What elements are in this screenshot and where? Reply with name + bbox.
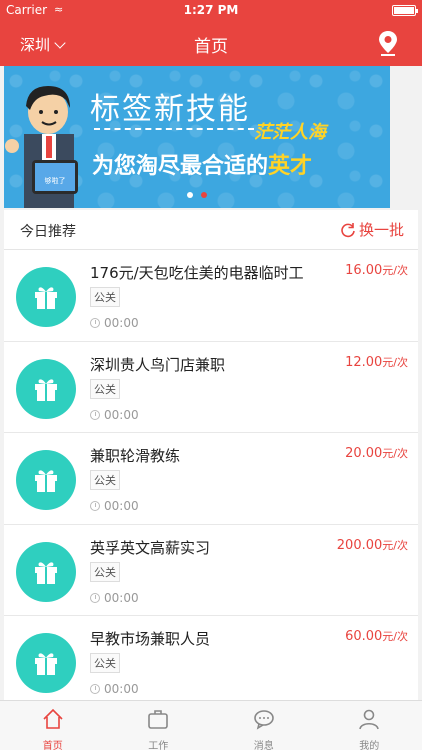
page-title: 首页 [194, 37, 228, 57]
job-time: 00:00 [90, 682, 139, 696]
tab-label: 工作 [148, 741, 169, 750]
job-title: 早教市场兼职人员 [90, 630, 211, 648]
status-bar: Carrier ≈ 1:27 PM [0, 0, 422, 20]
refresh-batch-button[interactable]: 换一批 [340, 219, 404, 240]
tab-label: 首页 [42, 741, 63, 750]
location-pin-icon[interactable] [376, 29, 400, 57]
gift-icon [16, 358, 76, 419]
job-price: 12.00元/次 [345, 354, 408, 370]
job-title: 兼职轮滑教练 [90, 447, 181, 465]
job-price: 200.00元/次 [336, 537, 408, 553]
job-list-item[interactable]: 兼职轮滑教练 公关 00:00 20.00元/次 [4, 433, 418, 525]
briefcase-icon [148, 710, 169, 729]
tab-home[interactable]: 首页 [0, 701, 106, 750]
tab-work[interactable]: 工作 [106, 701, 212, 750]
tab-bar: 首页 工作 消息 我的 [0, 700, 422, 750]
job-title: 英孚英文高薪实习 [90, 538, 211, 557]
gift-icon [16, 633, 76, 693]
job-time: 00:00 [90, 316, 139, 330]
gift-icon [16, 267, 76, 327]
job-list-item[interactable]: 早教市场兼职人员 公关 00:00 60.00元/次 [4, 616, 418, 708]
job-price: 20.00元/次 [345, 446, 408, 461]
clock-icon [90, 501, 100, 511]
carousel-indicator [4, 183, 390, 202]
nav-bar: 深圳 首页 [0, 20, 422, 66]
banner-subheadline: 茫茫人海 [254, 122, 326, 143]
job-tag: 公关 [90, 287, 120, 307]
job-time: 00:00 [90, 591, 139, 605]
job-list: 176元/天包吃住美的电器临时工 公关 00:00 16.00元/次 深圳贵人鸟… [4, 250, 418, 708]
status-time: 1:27 PM [183, 3, 239, 17]
job-tag: 公关 [90, 378, 120, 399]
job-time: 00:00 [90, 408, 139, 422]
promo-banner[interactable]: 够啦了 标签新技能 茫茫人海 为您淘尽最合适的英才 [4, 66, 390, 208]
gift-icon [16, 450, 76, 510]
job-price: 60.00元/次 [345, 629, 408, 644]
refresh-label: 换一批 [358, 221, 404, 239]
section-title: 今日推荐 [20, 224, 76, 240]
job-tag: 公关 [90, 653, 120, 673]
job-title: 176元/天包吃住美的电器临时工 [90, 264, 304, 282]
banner-tagline: 为您淘尽最合适的英才 [92, 154, 313, 179]
home-icon [43, 708, 63, 729]
tab-label: 消息 [253, 741, 274, 750]
tab-messages[interactable]: 消息 [211, 701, 317, 750]
job-tag: 公关 [90, 470, 120, 490]
banner-headline: 标签新技能 [90, 92, 250, 127]
job-price: 16.00元/次 [345, 263, 408, 278]
job-tag: 公关 [90, 561, 120, 582]
clock-icon [90, 318, 100, 328]
chat-icon [253, 710, 274, 730]
tab-label: 我的 [359, 741, 380, 750]
user-icon [359, 709, 380, 730]
recommend-header: 今日推荐 换一批 [4, 210, 418, 250]
clock-icon [90, 409, 100, 420]
refresh-icon [341, 222, 355, 237]
tab-mine[interactable]: 我的 [317, 701, 422, 750]
job-list-item[interactable]: 英孚英文高薪实习 公关 00:00 200.00元/次 [4, 524, 418, 616]
job-list-item[interactable]: 深圳贵人鸟门店兼职 公关 00:00 12.00元/次 [4, 341, 418, 433]
gift-icon [16, 541, 76, 602]
clock-icon [90, 592, 100, 603]
clock-icon [90, 684, 100, 694]
job-time: 00:00 [90, 499, 139, 513]
battery-icon [392, 5, 418, 16]
job-list-item[interactable]: 176元/天包吃住美的电器临时工 公关 00:00 16.00元/次 [4, 250, 418, 342]
job-title: 深圳贵人鸟门店兼职 [90, 355, 226, 374]
